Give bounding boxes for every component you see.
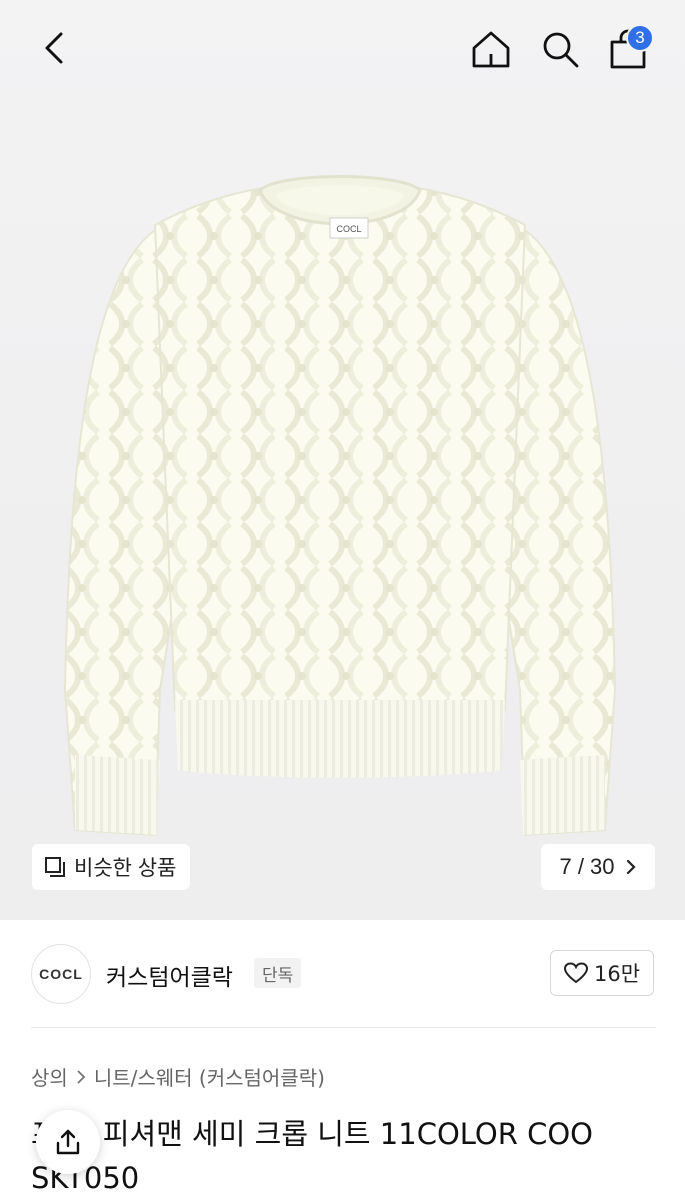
- breadcrumb-item-category[interactable]: 상의: [31, 1062, 68, 1091]
- brand-name[interactable]: 커스텀어클락: [106, 958, 233, 992]
- search-icon: [543, 32, 579, 68]
- cart-count-badge: 3: [626, 24, 654, 52]
- overlapping-squares-icon: [45, 857, 65, 877]
- product-title-line2: SKT050: [31, 1161, 140, 1195]
- back-button[interactable]: [30, 24, 78, 72]
- similar-products-button[interactable]: 비슷한 상품: [32, 844, 191, 890]
- product-title: 프 드 피셔맨 세미 크롭 니트 11COLOR COO SKT050: [31, 1112, 671, 1200]
- share-button[interactable]: [36, 1110, 100, 1174]
- chevron-left-icon: [45, 32, 63, 64]
- product-image-gallery[interactable]: 3 COCL 비슷한 상품 7 / 30: [0, 0, 685, 920]
- brand-logo[interactable]: COCL: [31, 944, 91, 1004]
- brand-logo-text: COCL: [39, 966, 83, 982]
- search-button[interactable]: [535, 24, 585, 74]
- chevron-right-icon: [626, 859, 636, 875]
- sweater-label-text: COCL: [336, 224, 361, 234]
- share-icon: [56, 1129, 80, 1155]
- exclusive-badge: 단독: [254, 958, 302, 988]
- breadcrumb-item-subcategory[interactable]: 니트/스웨터 (커스텀어클락): [94, 1062, 325, 1091]
- image-pager-text: 7 / 30: [559, 854, 615, 879]
- home-button[interactable]: [466, 24, 516, 74]
- like-count: 16만: [593, 962, 641, 986]
- heart-icon: [563, 962, 588, 984]
- home-icon: [472, 31, 510, 68]
- section-divider: [31, 1027, 655, 1028]
- product-title-line1: 프 드 피셔맨 세미 크롭 니트 11COLOR COO: [31, 1117, 593, 1151]
- top-navigation-bar: 3: [0, 0, 685, 100]
- image-pager-button[interactable]: 7 / 30: [541, 844, 655, 890]
- like-button[interactable]: 16만: [550, 950, 654, 996]
- chevron-right-icon: [77, 1069, 86, 1084]
- similar-products-label: 비슷한 상품: [74, 857, 177, 880]
- product-photo-sweater: COCL: [60, 170, 620, 850]
- breadcrumb: 상의 니트/스웨터 (커스텀어클락): [31, 1062, 325, 1091]
- brand-row: COCL 커스텀어클락 단독 16만: [0, 920, 685, 1028]
